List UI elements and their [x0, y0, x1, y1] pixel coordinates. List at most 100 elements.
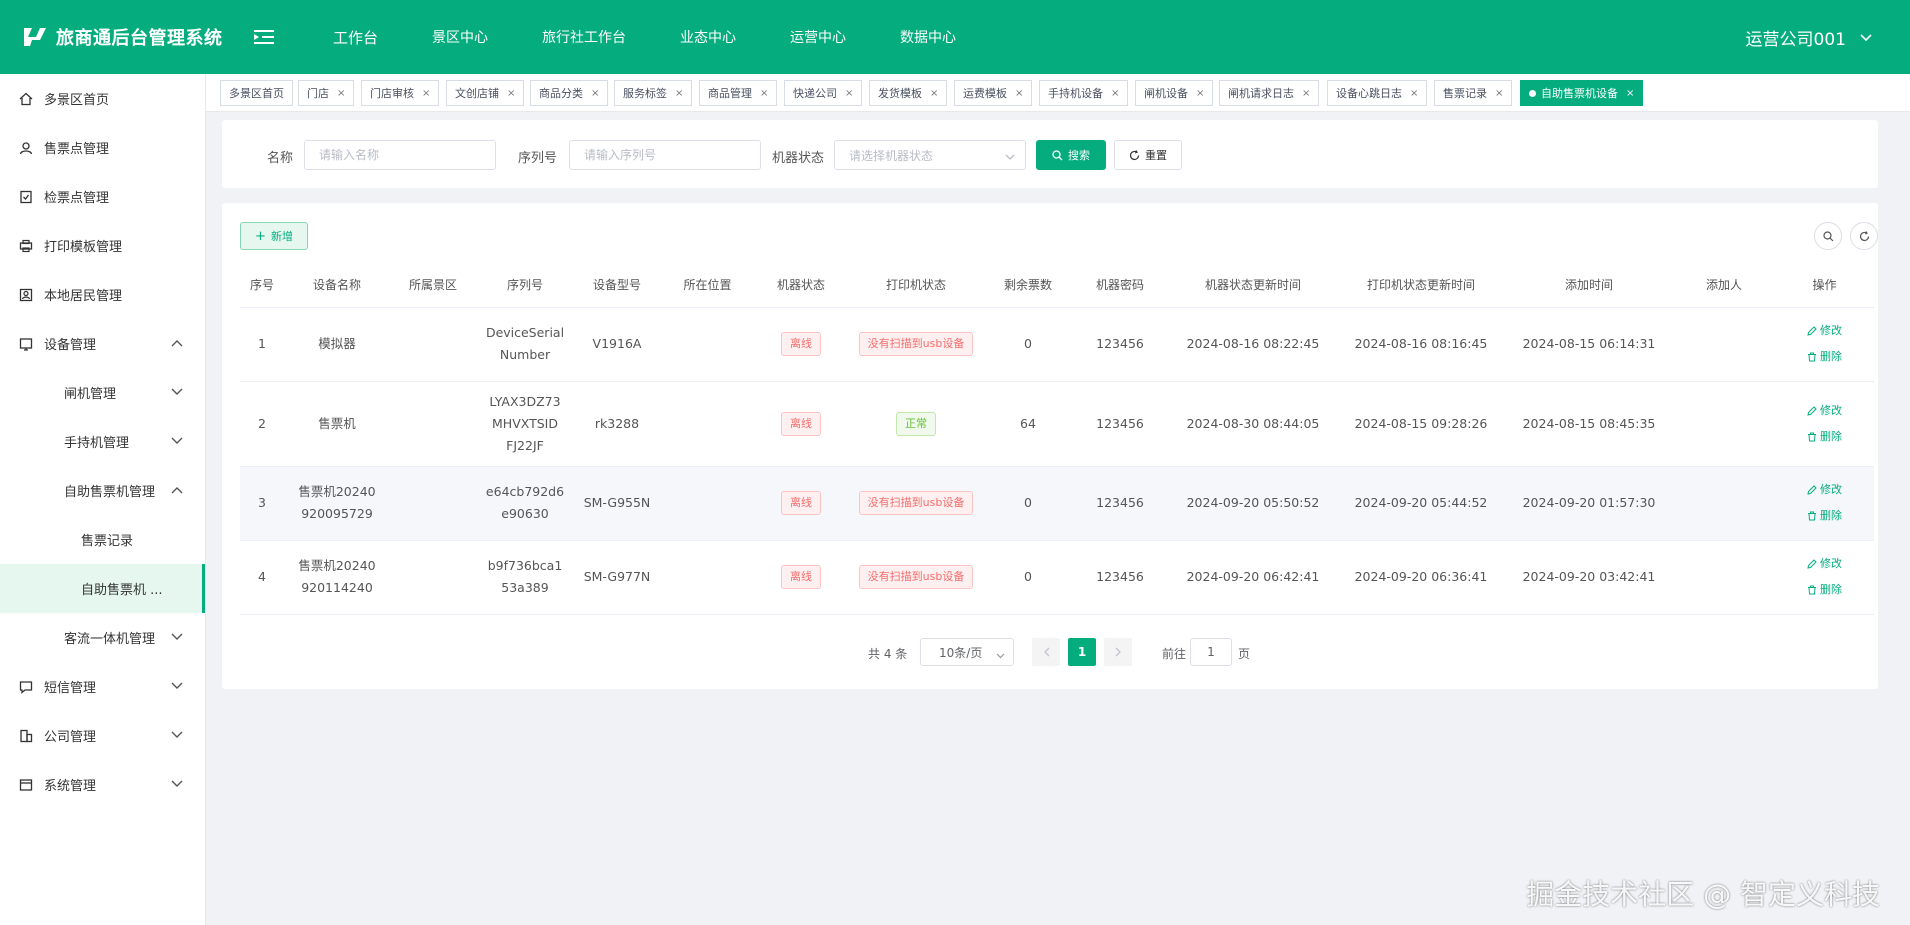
table-row: 3 售票机20240 920095729 e64cb792d6 e90630 S…	[240, 466, 1874, 541]
page-label: 页	[1238, 647, 1251, 661]
tab-ticket-records[interactable]: 售票记录 ×	[1434, 80, 1513, 106]
close-icon[interactable]: ×	[1410, 88, 1418, 99]
chevron-down-icon	[171, 385, 183, 400]
page-size-select[interactable]: 10条/页	[920, 638, 1014, 666]
sidebar-item-device-management[interactable]: 设备管理	[0, 319, 205, 368]
chevron-right-icon	[1115, 647, 1121, 657]
prev-page-button[interactable]	[1032, 638, 1060, 666]
col-header: 序号	[240, 263, 284, 308]
tab-courier[interactable]: 快递公司 ×	[784, 80, 863, 106]
sidebar-item-print-templates[interactable]: 打印模板管理	[0, 221, 205, 270]
device-table: 序号 设备名称 所属景区 序列号 设备型号 所在位置 机器状态 打印机状态 剩余…	[240, 263, 1874, 615]
search-button[interactable]: 搜索	[1036, 140, 1106, 170]
tab-gate-request-log[interactable]: 闸机请求日志 ×	[1219, 80, 1320, 106]
topnav-business-center[interactable]: 业态中心	[653, 27, 763, 47]
sidebar-item-kiosk-management[interactable]: 自助售票机管理	[0, 466, 205, 515]
topnav-operation-center[interactable]: 运营中心	[763, 27, 873, 47]
tab-multi-scenic-home[interactable]: 多景区首页	[220, 80, 293, 106]
edit-icon	[1807, 559, 1817, 569]
sidebar-item-local-residents[interactable]: 本地居民管理	[0, 270, 205, 319]
sidebar-item-flow-machine-management[interactable]: 客流一体机管理	[0, 613, 205, 662]
resident-icon	[18, 287, 34, 303]
status-badge: 离线	[781, 565, 821, 589]
check-point-icon	[18, 189, 34, 205]
name-input[interactable]	[304, 140, 496, 170]
user-menu[interactable]: 运营公司001	[1746, 0, 1872, 74]
sidebar-item-company-management[interactable]: 公司管理	[0, 711, 205, 760]
refresh-icon	[1859, 230, 1869, 241]
tab-heartbeat-log[interactable]: 设备心跳日志 ×	[1327, 80, 1428, 106]
menu-fold-icon[interactable]	[244, 22, 284, 52]
topnav-scenic-center[interactable]: 景区中心	[405, 27, 515, 47]
close-icon[interactable]: ×	[1495, 88, 1503, 99]
edit-link[interactable]: 修改	[1807, 400, 1842, 422]
goto-page-input[interactable]	[1190, 638, 1232, 666]
sidebar-item-system-management[interactable]: 系统管理	[0, 760, 205, 809]
close-icon[interactable]: ×	[1015, 88, 1023, 99]
sidebar-item-check-points[interactable]: 检票点管理	[0, 172, 205, 221]
topnav-workbench[interactable]: 工作台	[306, 27, 405, 48]
close-icon[interactable]: ×	[1111, 88, 1119, 99]
sidebar: 多景区首页 售票点管理 检票点管理 打印模板管理 本地居民管理 设备管理 闸机管…	[0, 74, 206, 925]
close-icon[interactable]: ×	[337, 88, 345, 99]
edit-link[interactable]: 修改	[1807, 479, 1842, 501]
printer-status-badge: 正常	[896, 411, 936, 436]
close-icon[interactable]: ×	[422, 88, 430, 99]
status-select[interactable]: 请选择机器状态	[834, 140, 1026, 170]
logo: 旅商通后台管理系统	[0, 24, 240, 50]
tab-shipping-template[interactable]: 发货模板 ×	[869, 80, 948, 106]
col-header: 剩余票数	[985, 263, 1071, 308]
edit-icon	[1807, 405, 1817, 416]
chevron-down-icon	[171, 630, 183, 645]
serial-label: 序列号	[518, 151, 558, 166]
search-toggle-button[interactable]	[1814, 222, 1842, 250]
sidebar-item-ticket-points[interactable]: 售票点管理	[0, 123, 205, 172]
close-icon[interactable]: ×	[1302, 88, 1310, 99]
next-page-button[interactable]	[1104, 638, 1132, 666]
sidebar-item-kiosk-devices[interactable]: 自助售票机 ...	[0, 564, 205, 613]
sidebar-item-sms-management[interactable]: 短信管理	[0, 662, 205, 711]
tab-gate-device[interactable]: 闸机设备 ×	[1135, 80, 1214, 106]
sidebar-item-multi-scenic-home[interactable]: 多景区首页	[0, 74, 205, 123]
close-icon[interactable]: ×	[675, 88, 683, 99]
tab-store-review[interactable]: 门店审核 ×	[361, 80, 440, 106]
add-button[interactable]: + 新增	[240, 222, 308, 250]
table-header-row: 序号 设备名称 所属景区 序列号 设备型号 所在位置 机器状态 打印机状态 剩余…	[240, 263, 1874, 308]
tab-kiosk-devices[interactable]: 自助售票机设备 ×	[1520, 80, 1644, 106]
chevron-left-icon	[1043, 647, 1049, 657]
col-header: 打印机状态更新时间	[1337, 263, 1505, 308]
close-icon[interactable]: ×	[1196, 88, 1204, 99]
tab-freight-template[interactable]: 运费模板 ×	[954, 80, 1033, 106]
close-icon[interactable]: ×	[760, 88, 768, 99]
chevron-down-icon	[996, 648, 1005, 662]
table-row: 1 模拟器 DeviceSerial Number V1916A 离线 没有扫描…	[240, 307, 1874, 382]
tab-handheld-device[interactable]: 手持机设备 ×	[1039, 80, 1129, 106]
top-nav: 工作台 景区中心 旅行社工作台 业态中心 运营中心 数据中心	[306, 27, 983, 48]
tab-store[interactable]: 门店 ×	[298, 80, 355, 106]
edit-link[interactable]: 修改	[1807, 553, 1842, 575]
sidebar-item-gate-management[interactable]: 闸机管理	[0, 368, 205, 417]
sidebar-item-ticket-records[interactable]: 售票记录	[0, 515, 205, 564]
tab-product-management[interactable]: 商品管理 ×	[699, 80, 778, 106]
reset-button[interactable]: 重置	[1114, 140, 1182, 170]
edit-icon	[1807, 485, 1817, 495]
tab-product-category[interactable]: 商品分类 ×	[530, 80, 609, 106]
sidebar-item-handheld-management[interactable]: 手持机管理	[0, 417, 205, 466]
close-icon[interactable]: ×	[845, 88, 853, 99]
close-icon[interactable]: ×	[930, 88, 938, 99]
delete-link[interactable]: 删除	[1807, 426, 1842, 448]
tab-cultural-store[interactable]: 文创店铺 ×	[446, 80, 525, 106]
edit-link[interactable]: 修改	[1807, 320, 1842, 342]
page-number-current[interactable]: 1	[1068, 638, 1096, 666]
close-icon[interactable]: ×	[1626, 88, 1634, 99]
topnav-data-center[interactable]: 数据中心	[873, 27, 983, 47]
delete-link[interactable]: 删除	[1807, 505, 1842, 527]
tab-service-tags[interactable]: 服务标签 ×	[614, 80, 693, 106]
topnav-agency-workbench[interactable]: 旅行社工作台	[515, 27, 653, 47]
close-icon[interactable]: ×	[507, 88, 515, 99]
close-icon[interactable]: ×	[591, 88, 599, 99]
refresh-button[interactable]	[1850, 222, 1878, 250]
serial-input[interactable]	[569, 140, 761, 170]
delete-link[interactable]: 删除	[1807, 579, 1842, 601]
delete-link[interactable]: 删除	[1807, 346, 1842, 368]
